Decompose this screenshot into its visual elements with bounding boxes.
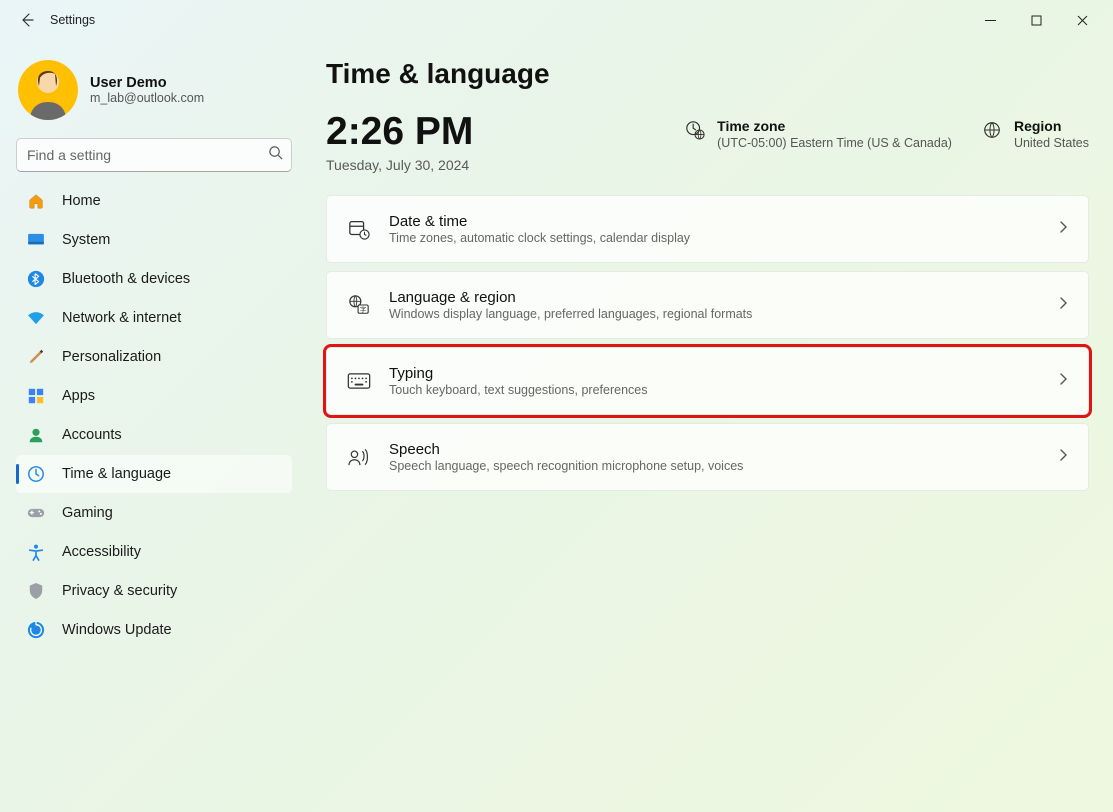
globe-icon: [982, 118, 1002, 145]
update-icon: [26, 620, 46, 640]
shield-icon: [26, 581, 46, 601]
main-panel: Time & language 2:26 PM Tuesday, July 30…: [308, 40, 1113, 812]
sidebar-item-label: Time & language: [62, 466, 171, 482]
keyboard-icon: [345, 373, 373, 389]
back-button[interactable]: [8, 1, 46, 39]
profile-email: m_lab@outlook.com: [90, 91, 204, 105]
card-subtitle: Touch keyboard, text suggestions, prefer…: [389, 383, 647, 397]
profile-block[interactable]: User Demo m_lab@outlook.com: [12, 52, 296, 134]
region-label: Region: [1014, 118, 1089, 134]
sidebar-item-time-language[interactable]: Time & language: [16, 455, 292, 493]
sidebar-nav: Home System Bluetooth & devices Network …: [12, 182, 296, 649]
search-box[interactable]: [16, 138, 292, 172]
sidebar-item-home[interactable]: Home: [16, 182, 292, 220]
system-icon: [26, 230, 46, 250]
current-time: 2:26 PM: [326, 112, 473, 151]
search-input[interactable]: [27, 147, 268, 163]
sidebar-item-update[interactable]: Windows Update: [16, 611, 292, 649]
window-title: Settings: [50, 13, 95, 27]
language-icon: 字: [345, 294, 373, 316]
sidebar-item-personalization[interactable]: Personalization: [16, 338, 292, 376]
sidebar-item-label: Privacy & security: [62, 583, 177, 599]
sidebar-item-accounts[interactable]: Accounts: [16, 416, 292, 454]
region-value: United States: [1014, 136, 1089, 150]
clock-globe-icon: [26, 464, 46, 484]
search-icon: [268, 145, 283, 165]
window-controls: [967, 4, 1105, 36]
sidebar: User Demo m_lab@outlook.com Home System …: [0, 40, 308, 812]
card-subtitle: Speech language, speech recognition micr…: [389, 459, 743, 473]
sidebar-item-network[interactable]: Network & internet: [16, 299, 292, 337]
close-button[interactable]: [1059, 4, 1105, 36]
sidebar-item-label: Home: [62, 193, 101, 209]
sidebar-item-gaming[interactable]: Gaming: [16, 494, 292, 532]
card-date-time[interactable]: Date & time Time zones, automatic clock …: [326, 195, 1089, 263]
timezone-value: (UTC-05:00) Eastern Time (US & Canada): [717, 136, 952, 150]
chevron-right-icon: [1056, 448, 1070, 467]
card-speech[interactable]: Speech Speech language, speech recogniti…: [326, 423, 1089, 491]
card-language-region[interactable]: 字 Language & region Windows display lang…: [326, 271, 1089, 339]
chevron-right-icon: [1056, 296, 1070, 315]
card-typing[interactable]: Typing Touch keyboard, text suggestions,…: [326, 347, 1089, 415]
sidebar-item-label: Bluetooth & devices: [62, 271, 190, 287]
card-title: Language & region: [389, 289, 752, 306]
bluetooth-icon: [26, 269, 46, 289]
sidebar-item-label: Accessibility: [62, 544, 141, 560]
current-date: Tuesday, July 30, 2024: [326, 157, 473, 173]
sidebar-item-label: Gaming: [62, 505, 113, 521]
avatar: [18, 60, 78, 120]
sidebar-item-label: Accounts: [62, 427, 122, 443]
person-icon: [26, 425, 46, 445]
chevron-right-icon: [1056, 372, 1070, 391]
minimize-button[interactable]: [967, 4, 1013, 36]
settings-cards: Date & time Time zones, automatic clock …: [326, 195, 1089, 495]
wifi-icon: [26, 308, 46, 328]
sidebar-item-apps[interactable]: Apps: [16, 377, 292, 415]
card-title: Date & time: [389, 213, 690, 230]
sidebar-item-label: Personalization: [62, 349, 161, 365]
card-subtitle: Windows display language, preferred lang…: [389, 307, 752, 321]
gamepad-icon: [26, 503, 46, 523]
sidebar-item-privacy[interactable]: Privacy & security: [16, 572, 292, 610]
card-subtitle: Time zones, automatic clock settings, ca…: [389, 231, 690, 245]
sidebar-item-label: Network & internet: [62, 310, 181, 326]
sidebar-item-label: Apps: [62, 388, 95, 404]
home-icon: [26, 191, 46, 211]
sidebar-item-label: System: [62, 232, 110, 248]
maximize-button[interactable]: [1013, 4, 1059, 36]
timezone-icon: [685, 118, 705, 145]
sidebar-item-system[interactable]: System: [16, 221, 292, 259]
region-info[interactable]: Region United States: [982, 118, 1089, 150]
titlebar: Settings: [0, 0, 1113, 40]
card-title: Speech: [389, 441, 743, 458]
calendar-clock-icon: [345, 218, 373, 240]
chevron-right-icon: [1056, 220, 1070, 239]
accessibility-icon: [26, 542, 46, 562]
profile-name: User Demo: [90, 75, 204, 91]
timezone-info[interactable]: Time zone (UTC-05:00) Eastern Time (US &…: [685, 118, 952, 150]
speech-icon: [345, 447, 373, 467]
timezone-label: Time zone: [717, 118, 952, 134]
page-title: Time & language: [326, 58, 1089, 90]
clock-block: 2:26 PM Tuesday, July 30, 2024: [326, 112, 473, 173]
card-title: Typing: [389, 365, 647, 382]
paintbrush-icon: [26, 347, 46, 367]
sidebar-item-accessibility[interactable]: Accessibility: [16, 533, 292, 571]
header-row: 2:26 PM Tuesday, July 30, 2024 Time zone…: [326, 112, 1089, 173]
apps-icon: [26, 386, 46, 406]
sidebar-item-label: Windows Update: [62, 622, 172, 638]
sidebar-item-bluetooth[interactable]: Bluetooth & devices: [16, 260, 292, 298]
svg-text:字: 字: [360, 304, 366, 313]
